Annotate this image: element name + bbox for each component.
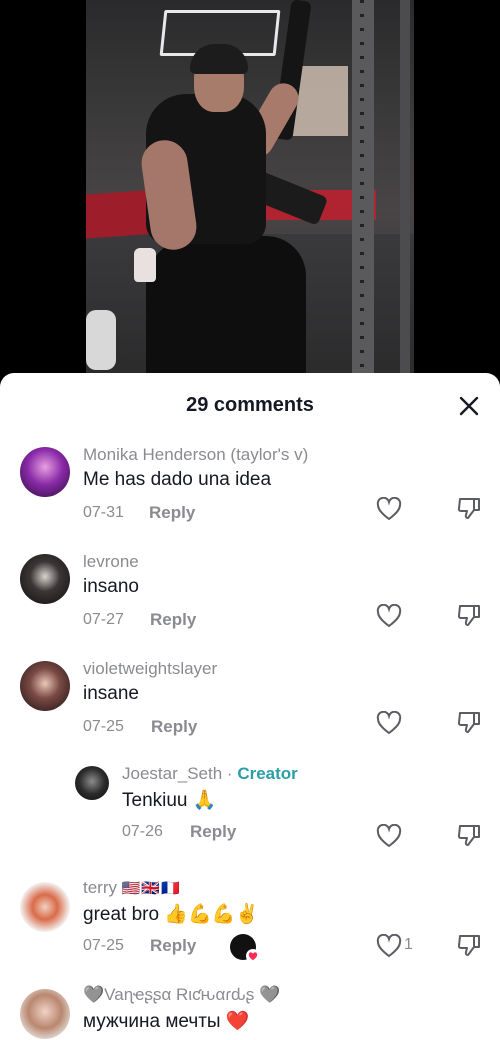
heart-icon bbox=[376, 604, 402, 628]
comment-username[interactable]: terry bbox=[83, 878, 117, 897]
video-rack bbox=[352, 0, 374, 384]
comment-item: levrone insano 07-27 Reply bbox=[0, 552, 500, 652]
comment-username[interactable]: Monika Henderson (taylor's v) bbox=[83, 445, 308, 465]
heart-icon bbox=[376, 497, 402, 521]
comment-text: Me has dado una idea bbox=[83, 469, 272, 490]
reply-item: Joestar_Seth · Creator Tenkiuu 🙏 07-26 R… bbox=[0, 764, 500, 864]
comment-username[interactable]: levrone bbox=[83, 552, 139, 572]
video-frame[interactable] bbox=[86, 0, 414, 384]
reply-button[interactable]: Reply bbox=[151, 717, 197, 737]
comment-date: 07-25 bbox=[83, 937, 124, 954]
comment-username[interactable]: 🩶Vaɳҽʂʂα Rιƈԋαɾԃʂ 🩶 bbox=[83, 985, 280, 1005]
reply-button[interactable]: Reply bbox=[150, 610, 196, 630]
thumbs-down-icon bbox=[457, 825, 480, 846]
heart-icon bbox=[376, 824, 402, 848]
comment-text: great bro 👍💪💪✌️ bbox=[83, 904, 259, 925]
dislike-button[interactable] bbox=[456, 602, 484, 630]
reply-button[interactable]: Reply bbox=[150, 936, 196, 956]
comment-item: violetweightslayer insane 07-25 Reply bbox=[0, 659, 500, 759]
heart-icon bbox=[376, 934, 402, 958]
comment-text: Tenkiuu 🙏 bbox=[122, 790, 217, 811]
creator-liked-avatar bbox=[230, 934, 260, 963]
like-button[interactable] bbox=[376, 495, 404, 523]
avatar[interactable] bbox=[20, 989, 70, 1039]
comments-sheet: 29 comments Monika Henderson (taylor's v… bbox=[0, 373, 500, 1040]
comment-username[interactable]: Joestar_Seth bbox=[122, 764, 222, 783]
video-player[interactable] bbox=[0, 0, 500, 384]
comments-count-title: 29 comments bbox=[186, 394, 314, 416]
separator-dot: · bbox=[226, 764, 233, 783]
thumbs-down-icon bbox=[457, 498, 480, 519]
video-bottle bbox=[134, 248, 156, 282]
avatar[interactable] bbox=[20, 882, 70, 932]
comment-username[interactable]: violetweightslayer bbox=[83, 659, 217, 679]
thumbs-down-icon bbox=[457, 605, 480, 626]
comment-item: Monika Henderson (taylor's v) Me has dad… bbox=[0, 445, 500, 545]
comment-text: insano bbox=[83, 576, 139, 597]
close-icon bbox=[459, 396, 479, 416]
like-button[interactable] bbox=[376, 709, 404, 737]
comment-date: 07-25 bbox=[83, 718, 124, 735]
thumbs-down-icon bbox=[457, 712, 480, 733]
comment-item: 🩶Vaɳҽʂʂα Rιƈԋαɾԃʂ 🩶 мужчина мечты ❤️ bbox=[0, 985, 500, 1040]
like-button[interactable] bbox=[376, 822, 404, 850]
comment-text: insane bbox=[83, 683, 139, 704]
dislike-button[interactable] bbox=[456, 709, 484, 737]
dislike-button[interactable] bbox=[456, 932, 484, 960]
avatar[interactable] bbox=[20, 661, 70, 711]
creator-badge: Creator bbox=[237, 764, 298, 783]
dislike-button[interactable] bbox=[456, 822, 484, 850]
like-count: 1 bbox=[404, 936, 413, 953]
comment-username-row: Joestar_Seth · Creator bbox=[122, 764, 298, 784]
heart-badge-icon bbox=[246, 949, 260, 963]
video-person-legs bbox=[146, 236, 306, 384]
comment-text: мужчина мечты ❤️ bbox=[83, 1011, 250, 1032]
comment-date: 07-31 bbox=[83, 504, 124, 521]
like-button[interactable] bbox=[376, 932, 404, 960]
avatar[interactable] bbox=[75, 766, 109, 800]
reply-button[interactable]: Reply bbox=[190, 822, 236, 842]
like-button[interactable] bbox=[376, 602, 404, 630]
avatar[interactable] bbox=[20, 447, 70, 497]
comment-date: 07-27 bbox=[83, 611, 124, 628]
reply-button[interactable]: Reply bbox=[149, 503, 195, 523]
heart-icon bbox=[376, 711, 402, 735]
thumbs-down-icon bbox=[457, 935, 480, 956]
avatar[interactable] bbox=[20, 554, 70, 604]
flag-emojis: 🇺🇸🇬🇧🇫🇷 bbox=[121, 880, 181, 897]
video-rack-2 bbox=[400, 0, 410, 384]
comment-item: terry 🇺🇸🇬🇧🇫🇷 great bro 👍💪💪✌️ 07-25 Reply… bbox=[0, 878, 500, 978]
close-button[interactable] bbox=[454, 391, 484, 421]
comment-date: 07-26 bbox=[122, 823, 163, 840]
dislike-button[interactable] bbox=[456, 495, 484, 523]
video-shoe bbox=[86, 310, 116, 370]
comment-username-row: terry 🇺🇸🇬🇧🇫🇷 bbox=[83, 878, 181, 898]
